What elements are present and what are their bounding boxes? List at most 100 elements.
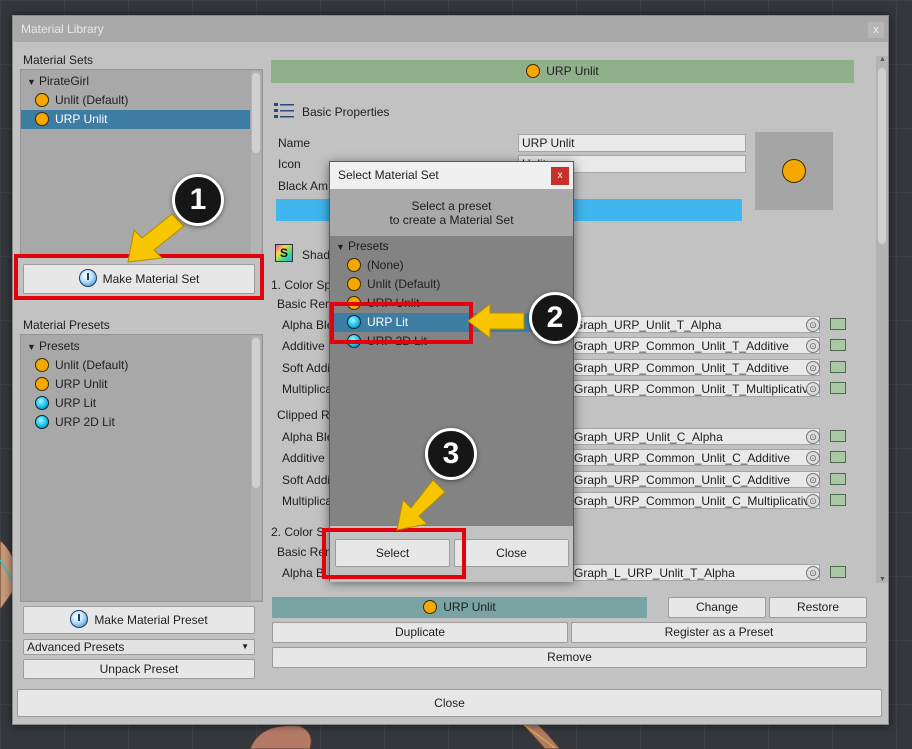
preset-item[interactable]: URP Unlit [35,375,107,394]
shader-field[interactable]: Graph_URP_Common_Unlit_T_Additive [570,359,820,376]
scroll-down-icon[interactable]: ▼ [879,576,886,583]
orange-circle-icon [35,358,49,372]
shader-field[interactable]: Graph_URP_Common_Unlit_C_Multiplicativ [570,492,820,509]
shader-graph-icon[interactable] [830,566,846,578]
advanced-presets-dropdown[interactable]: Advanced Presets ▼ [23,639,255,655]
shader-label: Shad [302,248,331,262]
orange-circle-icon [782,159,806,183]
section-color-space-2: 2. Color S [271,525,325,539]
shader-field[interactable]: Graph_URP_Unlit_T_Alpha [570,316,820,333]
dialog-title: Select Material Set [338,168,439,182]
object-picker-icon[interactable]: ⊙ [806,382,820,396]
scene-object-bottom-right [519,722,561,749]
object-picker-icon[interactable]: ⊙ [806,318,820,332]
unpack-preset-button[interactable]: Unpack Preset [23,659,255,679]
shader-field[interactable]: Graph_URP_Common_Unlit_C_Additive [570,449,820,466]
basic-render-label: Basic Ren [277,297,332,311]
row-label: Alpha Ble [282,430,334,444]
shader-field[interactable]: Graph_L_URP_Unlit_T_Alpha [570,564,820,581]
blue-sphere-icon [35,396,49,410]
shader-icon: S [275,244,293,262]
current-material-set-bar: URP Unlit [272,597,647,618]
dialog-tree-root[interactable]: ▼ Presets [336,237,389,256]
sets-scrollbar-thumb[interactable] [252,73,260,153]
shader-graph-icon[interactable] [830,494,846,506]
shader-graph-icon[interactable] [830,451,846,463]
duplicate-button[interactable]: Duplicate [272,622,568,643]
shader-graph-icon[interactable] [830,473,846,485]
make-material-preset-button[interactable]: Make Material Preset [23,606,255,634]
object-picker-icon[interactable]: ⊙ [806,566,820,580]
close-button[interactable]: Close [17,689,882,717]
callout-step-2: 2 [529,292,581,344]
dialog-close-icon[interactable]: x [551,167,569,185]
dialog-preset-item[interactable]: (None) [347,256,404,275]
object-picker-icon[interactable]: ⊙ [806,473,820,487]
orange-circle-icon [35,112,49,126]
scene-object-bottom-left [249,724,312,749]
preset-item[interactable]: URP 2D Lit [35,413,115,432]
shader-field[interactable]: Graph_URP_Common_Unlit_T_Additive [570,337,820,354]
sets-scrollbar[interactable] [251,71,261,255]
orange-circle-icon [35,377,49,391]
row-label: Soft Addi [282,361,331,375]
preset-item[interactable]: Unlit (Default) [35,356,128,375]
shader-field[interactable]: Graph_URP_Unlit_C_Alpha [570,428,820,445]
row-label: Alpha Bl [282,566,327,580]
properties-scrollbar[interactable]: ▲ ▼ [876,56,888,583]
black-amount-label: Black Am [278,179,329,193]
restore-button[interactable]: Restore [769,597,867,618]
shader-graph-icon[interactable] [830,339,846,351]
row-label: Soft Addi [282,473,331,487]
object-picker-icon[interactable]: ⊙ [806,494,820,508]
presets-scrollbar[interactable] [251,336,261,600]
shader-graph-icon[interactable] [830,318,846,330]
orange-circle-icon [423,600,438,614]
material-set-header: URP Unlit [271,60,854,83]
presets-scrollbar-thumb[interactable] [252,338,260,488]
scroll-up-icon[interactable]: ▲ [879,56,886,63]
shader-graph-icon[interactable] [830,382,846,394]
material-presets-tree[interactable]: ▼ Presets Unlit (Default) URP Unlit URP L… [20,334,263,602]
dialog-preset-tree[interactable]: ▼ Presets (None) Unlit (Default) URP Unli… [330,236,573,526]
dialog-description: Select a preset to create a Material Set [330,189,573,236]
object-picker-icon[interactable]: ⊙ [806,430,820,444]
register-preset-button[interactable]: Register as a Preset [571,622,867,643]
dialog-preset-item[interactable]: Unlit (Default) [347,275,440,294]
preset-item[interactable]: URP Lit [35,394,96,413]
dialog-close-button[interactable]: Close [454,539,569,567]
tree-root-presets[interactable]: ▼ Presets [27,337,80,356]
shader-field[interactable]: Graph_URP_Common_Unlit_T_Multiplicativ [570,380,820,397]
orange-circle-icon [347,258,361,272]
expand-triangle-icon: ▼ [27,342,36,352]
material-set-item-selected[interactable]: URP Unlit [21,110,250,129]
object-picker-icon[interactable]: ⊙ [806,361,820,375]
row-label: Multiplica [282,382,333,396]
expand-triangle-icon: ▼ [27,77,36,87]
select-material-set-dialog: Select Material Set x Select a preset to… [329,161,574,582]
row-label: Additive [282,339,325,353]
icon-label: Icon [278,157,301,171]
shader-graph-icon[interactable] [830,361,846,373]
remove-button[interactable]: Remove [272,647,867,668]
material-sets-label: Material Sets [23,53,94,67]
dialog-title-bar: Select Material Set x [330,162,573,189]
window-close-icon[interactable]: x [868,22,884,38]
object-picker-icon[interactable]: ⊙ [806,451,820,465]
icon-preview [755,132,833,210]
tree-root-piratesgirl[interactable]: ▼ PirateGirl [27,72,89,91]
shader-graph-icon[interactable] [830,430,846,442]
change-button[interactable]: Change [668,597,766,618]
row-label: Multiplica [282,494,333,508]
expand-triangle-icon: ▼ [336,242,345,252]
blue-sphere-icon [35,415,49,429]
name-label: Name [278,136,311,150]
material-set-item[interactable]: Unlit (Default) [35,91,250,110]
shader-field[interactable]: Graph_URP_Common_Unlit_C_Additive [570,471,820,488]
material-presets-label: Material Presets [23,318,110,332]
object-picker-icon[interactable]: ⊙ [806,339,820,353]
arrow-2-icon [467,302,525,340]
callout-step-1: 1 [172,174,224,226]
properties-scrollbar-thumb[interactable] [878,68,886,244]
name-input[interactable]: URP Unlit [518,134,746,152]
